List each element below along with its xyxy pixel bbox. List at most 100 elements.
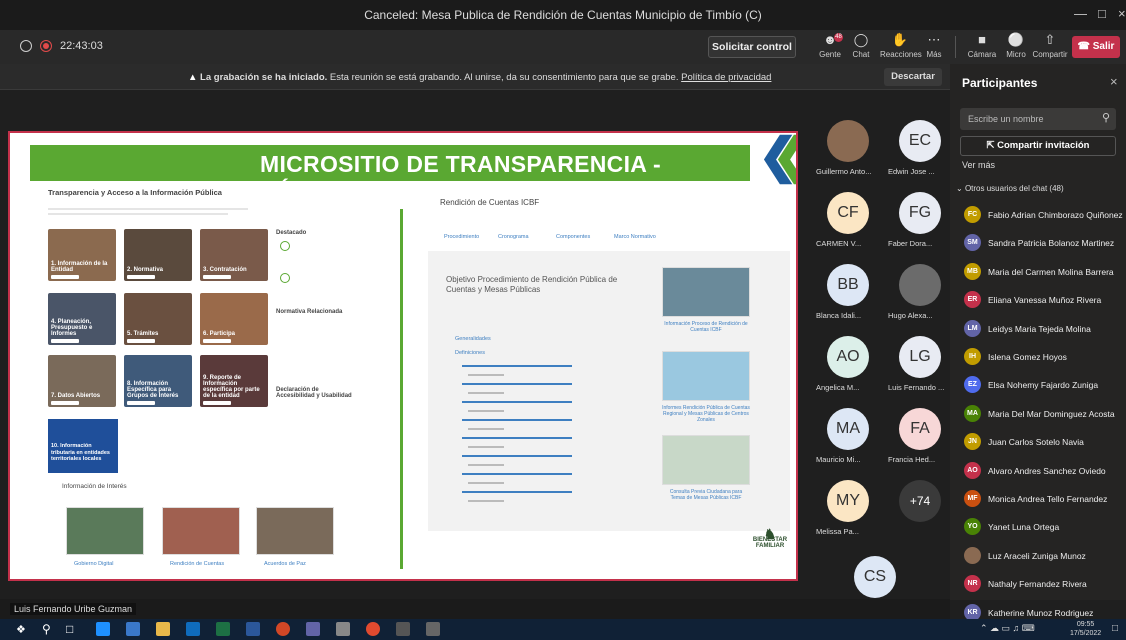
consultar-button[interactable] bbox=[127, 401, 155, 405]
participant-video-tile[interactable]: LG Luis Fernando ... bbox=[888, 336, 952, 392]
chat-button[interactable]: ◯ Chat bbox=[843, 32, 879, 59]
consultar-button[interactable] bbox=[51, 401, 79, 405]
participant-video-tile[interactable]: MA Mauricio Mi... bbox=[816, 408, 880, 464]
reactions-button[interactable]: ✋ Reacciones bbox=[880, 32, 922, 59]
document-link[interactable] bbox=[462, 365, 572, 367]
info-link[interactable]: Gobierno Digital bbox=[74, 561, 113, 568]
participant-video-tile[interactable]: AO Angelica M... bbox=[816, 336, 880, 392]
clock[interactable]: 09:55 17/5/2022 bbox=[1070, 620, 1101, 638]
participant-video-tile[interactable]: +74 bbox=[888, 480, 952, 522]
excel-icon[interactable] bbox=[216, 622, 230, 636]
participant-list-item[interactable]: MB Maria del Carmen Molina Barrera bbox=[958, 259, 1122, 285]
see-more-link[interactable]: Ver más bbox=[962, 160, 995, 170]
consultar-button[interactable] bbox=[127, 275, 155, 279]
camera-button[interactable]: ■ Cámara bbox=[964, 32, 1000, 59]
participant-video-tile[interactable]: BB Blanca Idali... bbox=[816, 264, 880, 320]
consultar-button[interactable] bbox=[203, 401, 231, 405]
transparency-tile[interactable]: 1. Información de la Entidad bbox=[48, 229, 116, 281]
tray-icons[interactable]: ⌃ ☁ ▭ ♫ ⌨ bbox=[980, 623, 1035, 634]
document-link[interactable] bbox=[462, 473, 572, 475]
definiciones-link[interactable]: Definiciones bbox=[455, 350, 485, 357]
transparency-tile[interactable]: 3. Contratación bbox=[200, 229, 268, 281]
word-icon[interactable] bbox=[246, 622, 260, 636]
document-link[interactable] bbox=[462, 419, 572, 421]
participant-video-tile[interactable]: EC Edwin Jose ... bbox=[888, 120, 952, 176]
participant-video-tile[interactable]: MY Melissa Pa... bbox=[816, 480, 880, 536]
request-control-button[interactable]: Solicitar control bbox=[708, 36, 796, 58]
consultar-button[interactable] bbox=[51, 339, 79, 343]
participant-list-item[interactable]: SM Sandra Patricia Bolanoz Martinez bbox=[958, 230, 1122, 256]
participant-list-item[interactable]: MA Maria Del Mar Dominguez Acosta bbox=[958, 401, 1122, 427]
participant-list-item[interactable]: Luz Araceli Zuniga Munoz bbox=[958, 543, 1122, 569]
participant-video-tile[interactable]: Hugo Alexa... bbox=[888, 264, 952, 320]
consultar-button[interactable] bbox=[51, 275, 79, 279]
card-title[interactable]: Información Proceso de Rendición de Cuen… bbox=[662, 321, 750, 333]
card-image[interactable] bbox=[662, 267, 750, 317]
file-explorer-icon[interactable] bbox=[156, 622, 170, 636]
outlook-icon[interactable] bbox=[186, 622, 200, 636]
info-thumb-image[interactable] bbox=[256, 507, 334, 555]
transparency-tile[interactable]: 9. Reporte de Información específica por… bbox=[200, 355, 268, 407]
participant-list-item[interactable]: ER Eliana Vanessa Muñoz Rivera bbox=[958, 287, 1122, 313]
card-title[interactable]: Consulta Previa Ciudadana para Temas de … bbox=[662, 489, 750, 501]
task-view-icon[interactable]: □ bbox=[66, 622, 73, 636]
participant-search-input[interactable]: Escribe un nombre bbox=[960, 108, 1116, 130]
consultar-button[interactable] bbox=[203, 339, 231, 343]
maximize-icon[interactable]: □ bbox=[1098, 6, 1106, 21]
transparency-tile[interactable]: 7. Datos Abiertos bbox=[48, 355, 116, 407]
document-link[interactable] bbox=[462, 401, 572, 403]
participant-list-item[interactable]: NR Nathaly Fernandez Rivera bbox=[958, 571, 1122, 597]
transparency-tile[interactable]: 4. Planeación, Presupuesto e Informes bbox=[48, 293, 116, 345]
chat-users-section[interactable]: ⌄ Otros usuarios del chat (48) bbox=[956, 184, 1064, 193]
info-link[interactable]: Acuerdos de Paz bbox=[264, 561, 306, 568]
participant-list-item[interactable]: FC Fabio Adrian Chimborazo Quiñonez bbox=[958, 202, 1123, 228]
participant-video-tile[interactable]: FA Francia Hed... bbox=[888, 408, 952, 464]
transparency-tile[interactable]: 2. Normativa bbox=[124, 229, 192, 281]
document-link[interactable] bbox=[462, 455, 572, 457]
privacy-policy-link[interactable]: Política de privacidad bbox=[681, 72, 771, 83]
share-invite-button[interactable]: ⇱ Compartir invitación bbox=[960, 136, 1116, 156]
participant-list-item[interactable]: MF Monica Andrea Tello Fernandez bbox=[958, 486, 1122, 512]
mic-button[interactable]: ⚪ Micro bbox=[998, 32, 1034, 59]
info-link[interactable]: Rendición de Cuentas bbox=[170, 561, 224, 568]
card-image[interactable] bbox=[662, 435, 750, 485]
transparency-tile[interactable]: 5. Trámites bbox=[124, 293, 192, 345]
participant-list-item[interactable]: LM Leidys Maria Tejeda Molina bbox=[958, 316, 1122, 342]
leave-button[interactable]: ☎ Salir bbox=[1072, 36, 1120, 58]
document-link[interactable] bbox=[462, 383, 572, 385]
card-title[interactable]: Informes Rendición Pública de Cuentas Re… bbox=[662, 405, 750, 423]
participant-list-item[interactable]: EZ Elsa Nohemy Fajardo Zuniga bbox=[958, 372, 1122, 398]
windows-start-icon[interactable]: ❖ bbox=[16, 623, 26, 636]
info-thumb-image[interactable] bbox=[66, 507, 144, 555]
participant-video-tile[interactable]: Guillermo Anto... bbox=[816, 120, 880, 176]
consultar-button[interactable] bbox=[203, 275, 231, 279]
card-image[interactable] bbox=[662, 351, 750, 401]
participant-list-item[interactable]: IH Islena Gomez Hoyos bbox=[958, 344, 1122, 370]
dismiss-button[interactable]: Descartar bbox=[884, 68, 942, 86]
participant-video-tile[interactable]: FG Faber Dora... bbox=[888, 192, 952, 248]
more-button[interactable]: ⋯ Más bbox=[916, 32, 952, 59]
transparency-tile[interactable]: 8. Información Específica para Grupos de… bbox=[124, 355, 192, 407]
tab[interactable]: Componentes bbox=[556, 234, 590, 241]
tab[interactable]: Cronograma bbox=[498, 234, 529, 241]
info-thumb-image[interactable] bbox=[162, 507, 240, 555]
edge-icon[interactable] bbox=[96, 622, 110, 636]
close-icon[interactable]: × bbox=[1118, 6, 1126, 21]
search-icon[interactable]: ⚲ bbox=[42, 622, 51, 636]
powerpoint-icon[interactable] bbox=[276, 622, 290, 636]
tile-10[interactable]: 10. Información tributaria en entidades … bbox=[48, 419, 118, 473]
document-link[interactable] bbox=[462, 437, 572, 439]
participant-list-item[interactable]: JN Juan Carlos Sotelo Navia bbox=[958, 429, 1122, 455]
transparency-tile[interactable]: 6. Participa bbox=[200, 293, 268, 345]
consultar-button[interactable] bbox=[127, 339, 155, 343]
calculator-icon[interactable] bbox=[336, 622, 350, 636]
clapper-icon[interactable] bbox=[426, 622, 440, 636]
minimize-icon[interactable]: — bbox=[1074, 6, 1087, 21]
participant-list-item[interactable]: AO Alvaro Andres Sanchez Oviedo bbox=[958, 458, 1122, 484]
participant-video-tile[interactable]: CF CARMEN V... bbox=[816, 192, 880, 248]
teams-icon[interactable] bbox=[306, 622, 320, 636]
security-icon[interactable] bbox=[126, 622, 140, 636]
tab[interactable]: Marco Normativo bbox=[614, 234, 656, 241]
document-link[interactable] bbox=[462, 491, 572, 493]
generalidades-link[interactable]: Generalidades bbox=[455, 336, 491, 343]
